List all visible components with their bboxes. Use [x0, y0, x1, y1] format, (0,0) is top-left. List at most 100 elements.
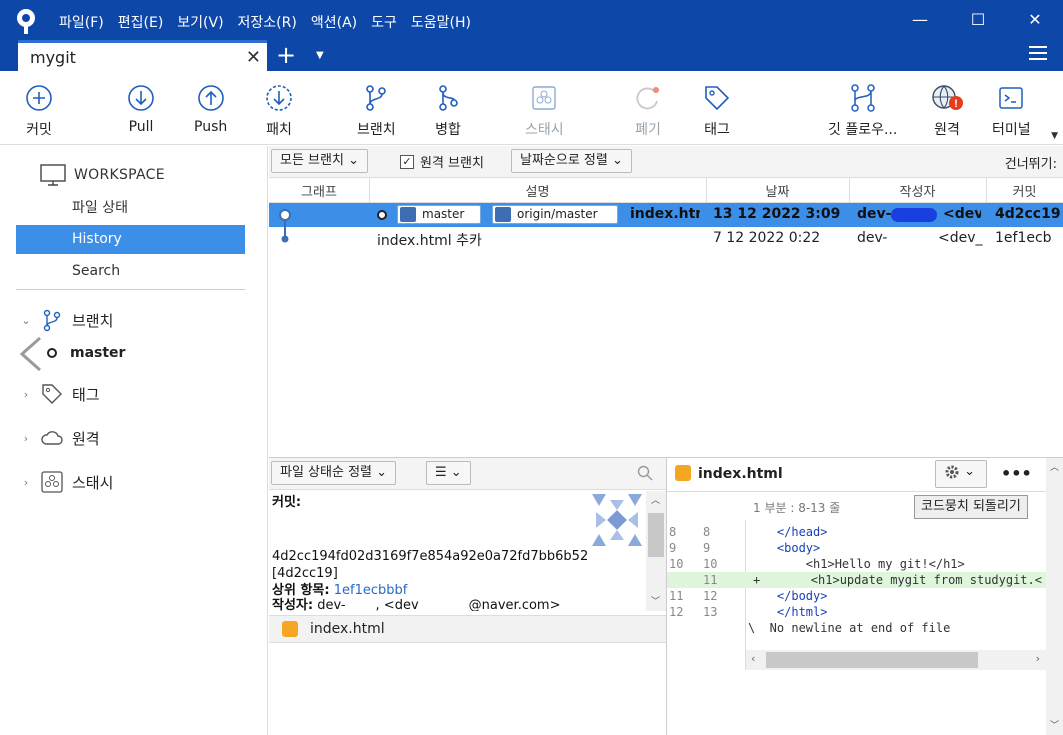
diff-line-added: 11 + <h1>update mygit from studygit.< — [667, 572, 1047, 588]
fetch-button[interactable]: 패치 — [264, 83, 294, 139]
scroll-up-icon[interactable]: ︿ — [651, 493, 660, 506]
remotes-label: 원격 — [72, 429, 100, 448]
sidebar-group-stashes[interactable]: › 스태시 — [20, 470, 113, 494]
file-list-item[interactable]: index.html — [269, 615, 666, 643]
commit-email: <dev_y — [938, 230, 983, 246]
menu-tools[interactable]: 도구 — [371, 12, 397, 32]
author-label: 작성자: — [272, 598, 314, 611]
pull-button[interactable]: Pull — [126, 83, 156, 135]
ref-badge-origin-master[interactable]: origin/master — [492, 205, 618, 224]
commit-info-scrollbar[interactable]: ︿ ﹀ — [646, 491, 666, 611]
scroll-down-icon[interactable]: ﹀ — [651, 594, 660, 607]
commit-description: index.html 추카 — [377, 233, 482, 249]
sidebar-item-search[interactable]: Search — [16, 257, 245, 286]
back-arrow-icon[interactable] — [16, 334, 46, 374]
branch-filter-dropdown[interactable]: 모든 브랜치 ⌄ — [271, 149, 368, 173]
commit-icon — [26, 85, 52, 111]
file-sort-dropdown[interactable]: 파일 상태순 정렬 ⌄ — [271, 461, 397, 485]
toolbar-overflow-icon[interactable]: ▼ — [1051, 131, 1058, 141]
remote-button[interactable]: ! 원격 — [930, 83, 964, 139]
tag-button[interactable]: 태그 — [702, 83, 732, 139]
hamburger-menu-icon[interactable] — [1029, 46, 1047, 60]
minimize-button[interactable]: — — [910, 10, 930, 30]
add-tab-button[interactable]: + — [276, 42, 296, 68]
sort-dropdown[interactable]: 날짜순으로 정렬 ⌄ — [511, 149, 632, 173]
scroll-left-icon[interactable]: ‹ — [751, 652, 755, 665]
menu-help[interactable]: 도움말(H) — [411, 12, 471, 32]
sidebar-group-remotes[interactable]: › 원격 — [20, 426, 100, 450]
scroll-down-icon[interactable]: ﹀ — [1050, 718, 1059, 731]
push-button[interactable]: Push — [194, 83, 227, 135]
search-icon[interactable] — [637, 465, 653, 481]
discard-label: 폐기 — [635, 122, 661, 138]
diff-code: <h1>Hello my git!</h1> — [748, 557, 965, 571]
branch-button[interactable]: 브랜치 — [357, 83, 396, 139]
discard-button[interactable]: 폐기 — [633, 83, 663, 139]
terminal-icon — [999, 87, 1024, 109]
sidebar-item-file-status[interactable]: 파일 상태 — [16, 194, 245, 223]
diff-line: 12 13 </html> — [667, 604, 1047, 620]
head-marker-icon — [377, 210, 387, 220]
scroll-up-icon[interactable]: ︿ — [1050, 460, 1059, 473]
git-flow-button[interactable]: 깃 플로우... — [828, 83, 897, 139]
scroll-right-icon[interactable]: › — [1036, 652, 1040, 665]
maximize-button[interactable]: ☐ — [968, 10, 988, 30]
diff-horizontal-scrollbar[interactable]: ‹ › — [746, 650, 1046, 670]
tab-dropdown-icon[interactable]: ▼ — [316, 50, 324, 61]
new-line-number: 12 — [703, 589, 718, 603]
diff-line: 10 10 <h1>Hello my git!</h1> — [667, 556, 1047, 572]
tab-mygit[interactable]: mygit ✕ — [18, 40, 267, 71]
column-description[interactable]: 설명 — [369, 181, 706, 200]
menu-actions[interactable]: 액션(A) — [311, 12, 357, 32]
sort-label: 날짜순으로 정렬 — [520, 153, 608, 168]
scrollbar-thumb[interactable] — [766, 652, 978, 668]
sidebar-group-branches[interactable]: ⌄ 브랜치 — [20, 308, 113, 332]
commit-email: <dev_ — [943, 206, 981, 222]
diff-line: 9 9 <body> — [667, 540, 1047, 556]
menu-file[interactable]: 파일(F) — [59, 12, 104, 32]
git-flow-icon — [850, 84, 875, 112]
column-date[interactable]: 날짜 — [706, 181, 849, 200]
commit-row[interactable]: index.html 추카 7 12 2022 0:22 dev- <dev_y… — [269, 227, 1063, 251]
commit-row[interactable]: master origin/master index.htm 13 12 202… — [269, 203, 1063, 239]
revert-hunk-button[interactable]: 코드뭉치 되돌리기 — [914, 495, 1028, 519]
branch-badge-icon — [495, 207, 511, 222]
ref-badge-master[interactable]: master — [397, 205, 481, 224]
diff-code: </html> — [748, 605, 828, 619]
menu-edit[interactable]: 편집(E) — [118, 12, 164, 32]
gear-icon — [945, 465, 959, 478]
more-options-icon[interactable]: ••• — [1001, 464, 1032, 483]
column-commit[interactable]: 커밋 — [986, 181, 1063, 200]
tags-label: 태그 — [72, 385, 100, 404]
commit-date: 7 12 2022 0:22 — [713, 230, 821, 246]
view-mode-dropdown[interactable]: ☰ ⌄ — [426, 461, 471, 485]
column-graph[interactable]: 그래프 — [269, 181, 369, 200]
remote-branch-checkbox[interactable]: ✓ 원격 브랜치 — [400, 152, 484, 171]
commit-button[interactable]: 커밋 — [24, 83, 54, 139]
log-column-headers: 그래프 설명 날짜 작성자 커밋 — [269, 178, 1063, 203]
column-author[interactable]: 작성자 — [849, 181, 986, 200]
close-window-button[interactable]: ✕ — [1025, 10, 1045, 30]
author-name: dev- — [317, 598, 346, 611]
sidebar-group-tags[interactable]: › 태그 — [20, 382, 100, 406]
scrollbar-thumb[interactable] — [648, 513, 664, 557]
tab-close-icon[interactable]: ✕ — [246, 47, 261, 68]
diff-code: <body> — [748, 541, 821, 555]
terminal-label: 터미널 — [992, 122, 1031, 138]
workspace-header: WORKSPACE — [40, 164, 165, 186]
diff-file-name: index.html — [698, 466, 783, 482]
stash-button[interactable]: 스태시 — [525, 83, 564, 139]
terminal-button[interactable]: 터미널 — [992, 83, 1031, 139]
menu-repository[interactable]: 저장소(R) — [238, 12, 297, 32]
diff-vertical-scrollbar[interactable]: ︿ ﹀ — [1046, 458, 1063, 735]
new-line-number: 13 — [703, 605, 718, 619]
sidebar-item-history[interactable]: History — [16, 225, 245, 254]
sidebar-branch-master[interactable]: master — [46, 345, 125, 361]
diff-settings-dropdown[interactable]: ⌄ — [935, 460, 987, 488]
stash-icon — [41, 471, 63, 493]
menu-view[interactable]: 보기(V) — [177, 12, 223, 32]
parent-commit-link[interactable]: 1ef1ecbbbf — [334, 583, 408, 598]
chevron-down-icon: ⌄ — [21, 313, 31, 327]
merge-button[interactable]: 병합 — [433, 83, 463, 139]
author-email-end: @naver.com> — [468, 598, 561, 611]
